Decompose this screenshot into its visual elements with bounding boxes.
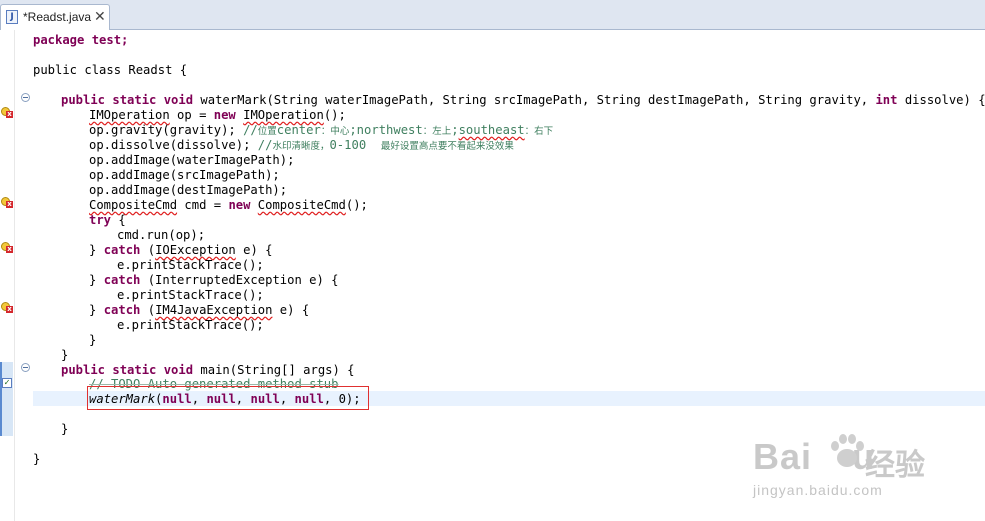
code-line: op.addImage(waterImagePath); bbox=[89, 153, 295, 167]
code-line: op.gravity(gravity); //位置center：中心;north… bbox=[89, 123, 554, 137]
code-line: } catch (IM4JavaException e) { bbox=[89, 303, 310, 317]
baidu-paw-icon bbox=[831, 434, 864, 467]
code-line: op.addImage(destImagePath); bbox=[89, 183, 288, 197]
code-line: e.printStackTrace(); bbox=[117, 258, 264, 272]
code-line: op.dissolve(dissolve); //水印清晰度，0-100 最好设… bbox=[89, 138, 514, 152]
code-line: try { bbox=[89, 213, 126, 227]
baidu-jingyan-watermark: Bai u 经验 jingyan.baidu.com bbox=[735, 430, 985, 521]
quick-fix-error-icon[interactable]: x bbox=[1, 107, 13, 119]
code-line: op.addImage(srcImagePath); bbox=[89, 168, 280, 182]
quick-fix-error-icon[interactable]: x bbox=[1, 197, 13, 209]
code-line: CompositeCmd cmd = new CompositeCmd(); bbox=[89, 198, 368, 212]
editor-tab-readst[interactable]: J *Readst.java ✕ bbox=[0, 4, 110, 30]
code-line: } bbox=[61, 422, 69, 436]
annotation-highlight-box bbox=[87, 386, 369, 410]
editor-gutter bbox=[0, 30, 15, 521]
tab-title: *Readst.java bbox=[23, 10, 92, 24]
fold-collapse-icon[interactable] bbox=[21, 363, 30, 372]
code-line: package test; bbox=[33, 33, 128, 48]
class-declaration: public class Readst { bbox=[33, 63, 188, 77]
quick-fix-error-icon[interactable]: x bbox=[1, 302, 13, 314]
code-line: e.printStackTrace(); bbox=[117, 288, 264, 302]
code-line: e.printStackTrace(); bbox=[117, 318, 264, 332]
close-tab-icon[interactable]: ✕ bbox=[94, 8, 106, 25]
code-line: } bbox=[89, 333, 97, 347]
watermark-url: jingyan.baidu.com bbox=[753, 482, 883, 498]
quick-fix-error-icon[interactable]: x bbox=[1, 242, 13, 254]
code-line: public static void main(String[] args) { bbox=[61, 363, 355, 377]
watermark-cn-text: 经验 bbox=[865, 448, 925, 483]
code-line: IMOperation op = new IMOperation(); bbox=[89, 108, 346, 122]
task-check-icon[interactable]: ✓ bbox=[2, 378, 12, 388]
code-line: } catch (InterruptedException e) { bbox=[89, 273, 339, 287]
code-line: } bbox=[33, 452, 41, 466]
code-line: } bbox=[61, 348, 69, 362]
code-line: cmd.run(op); bbox=[117, 228, 206, 242]
java-file-icon: J bbox=[6, 10, 18, 24]
code-line: } catch (IOException e) { bbox=[89, 243, 273, 257]
package-declaration: package test; bbox=[33, 33, 129, 47]
code-line: public class Readst { bbox=[33, 63, 187, 78]
change-ruler-bar bbox=[0, 362, 13, 436]
fold-collapse-icon[interactable] bbox=[21, 93, 30, 102]
editor-tab-bar: J *Readst.java ✕ bbox=[0, 0, 985, 30]
code-line: public static void waterMark(String wate… bbox=[61, 93, 985, 107]
